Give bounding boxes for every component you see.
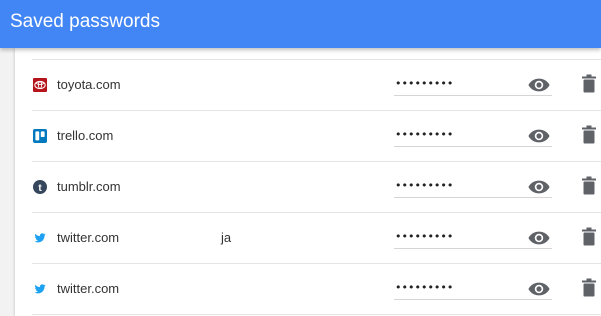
app-header: Saved passwords (0, 0, 601, 48)
password-field: ••••••••• (395, 281, 454, 294)
password-underline (394, 248, 552, 249)
eye-icon[interactable] (528, 128, 550, 144)
trash-icon[interactable] (582, 278, 596, 298)
twitter-icon (34, 284, 46, 294)
password-underline (394, 146, 552, 147)
password-list: toyota.com ••••••••• trello.com ••••••••… (15, 48, 601, 316)
site-name[interactable]: toyota.com (57, 77, 121, 93)
twitter-icon (34, 233, 46, 243)
page-title: Saved passwords (10, 11, 160, 32)
trash-icon[interactable] (582, 176, 596, 196)
password-row: toyota.com ••••••••• (15, 60, 601, 111)
site-name[interactable]: tumblr.com (57, 179, 121, 195)
password-row: trello.com ••••••••• (15, 111, 601, 162)
trash-icon[interactable] (582, 227, 596, 247)
password-field: ••••••••• (395, 179, 454, 192)
password-field: ••••••••• (395, 230, 454, 243)
eye-icon[interactable] (528, 230, 550, 246)
password-underline (394, 197, 552, 198)
eye-icon[interactable] (528, 77, 550, 93)
trash-icon[interactable] (582, 125, 596, 145)
username: ja (221, 230, 232, 245)
password-row: twitter.com ••••••••• (15, 264, 601, 315)
password-row: twitter.com ja ••••••••• (15, 213, 601, 264)
password-underline (394, 299, 552, 300)
site-name[interactable]: twitter.com (57, 281, 119, 297)
divider (32, 314, 601, 315)
tumblr-icon: t (33, 180, 47, 194)
eye-icon[interactable] (528, 281, 550, 297)
eye-icon[interactable] (528, 179, 550, 195)
trash-icon[interactable] (582, 74, 596, 94)
trello-icon (33, 129, 47, 143)
site-name[interactable]: twitter.com (57, 230, 119, 246)
site-name[interactable]: trello.com (57, 128, 113, 144)
toyota-icon (33, 78, 47, 92)
password-field: ••••••••• (395, 77, 454, 90)
password-field: ••••••••• (395, 128, 454, 141)
password-underline (394, 95, 552, 96)
password-row: t tumblr.com ••••••••• (15, 162, 601, 213)
